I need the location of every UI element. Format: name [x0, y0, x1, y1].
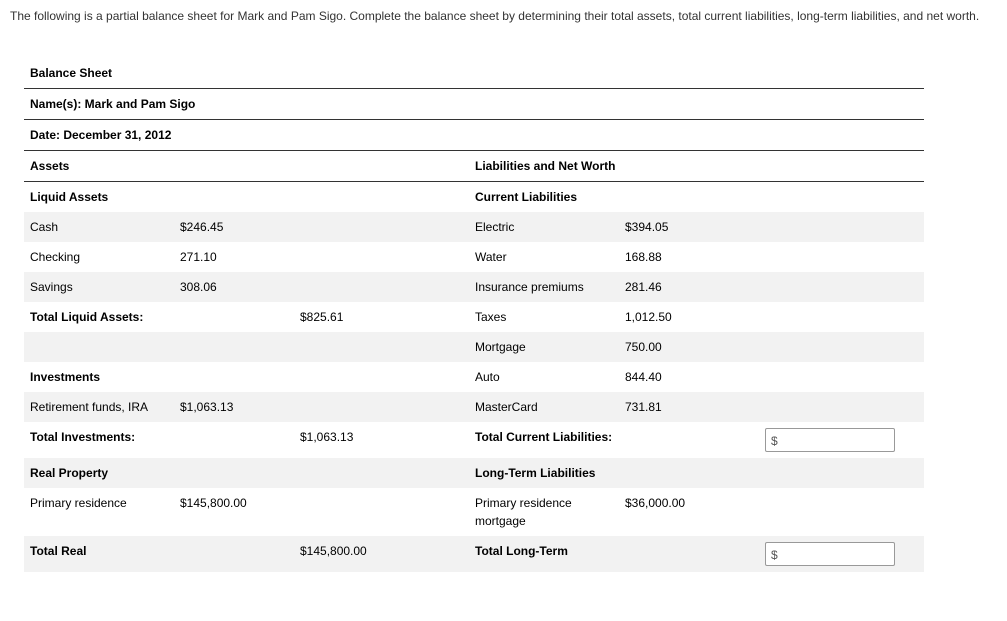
dollar-sign-icon: $ [771, 546, 778, 564]
investments-header: Investments [24, 362, 174, 392]
retirement-value: $1,063.13 [174, 392, 294, 422]
total-current-liabilities-label: Total Current Liabilities: [469, 422, 619, 458]
electric-label: Electric [469, 212, 619, 242]
total-investments-label: Total Investments: [24, 422, 174, 458]
water-value: 168.88 [619, 242, 759, 272]
total-current-liabilities-input[interactable] [765, 428, 895, 452]
mortgage-value: 750.00 [619, 332, 759, 362]
total-liquid-value: $825.61 [294, 302, 469, 332]
auto-value: 844.40 [619, 362, 759, 392]
savings-label: Savings [24, 272, 174, 302]
total-liquid-label: Total Liquid Assets: [24, 302, 174, 332]
total-real-value: $145,800.00 [294, 536, 469, 572]
liquid-assets-header: Liquid Assets [24, 181, 469, 212]
primary-residence-mortgage-value: $36,000.00 [619, 488, 759, 536]
mastercard-label: MasterCard [469, 392, 619, 422]
assets-header: Assets [24, 150, 469, 181]
primary-residence-label: Primary residence [24, 488, 174, 536]
water-label: Water [469, 242, 619, 272]
question-instructions: The following is a partial balance sheet… [10, 6, 997, 28]
taxes-value: 1,012.50 [619, 302, 759, 332]
balance-sheet: Balance Sheet Name(s): Mark and Pam Sigo… [24, 58, 924, 572]
dollar-sign-icon: $ [771, 432, 778, 450]
mortgage-label: Mortgage [469, 332, 619, 362]
savings-value: 308.06 [174, 272, 294, 302]
date-label: Date: December 31, 2012 [24, 119, 924, 150]
total-real-label: Total Real [24, 536, 174, 572]
taxes-label: Taxes [469, 302, 619, 332]
liabilities-header: Liabilities and Net Worth [469, 150, 924, 181]
insurance-label: Insurance premiums [469, 272, 619, 302]
cash-value: $246.45 [174, 212, 294, 242]
primary-residence-mortgage-label: Primary residence mortgage [469, 488, 619, 536]
sheet-title: Balance Sheet [24, 58, 924, 88]
cash-label: Cash [24, 212, 174, 242]
long-term-liabilities-header: Long-Term Liabilities [469, 458, 619, 488]
total-long-term-input[interactable] [765, 542, 895, 566]
checking-label: Checking [24, 242, 174, 272]
auto-label: Auto [469, 362, 619, 392]
checking-value: 271.10 [174, 242, 294, 272]
primary-residence-value: $145,800.00 [174, 488, 294, 536]
total-long-term-label: Total Long-Term [469, 536, 619, 572]
current-liabilities-header: Current Liabilities [469, 181, 924, 212]
electric-value: $394.05 [619, 212, 759, 242]
mastercard-value: 731.81 [619, 392, 759, 422]
real-property-header: Real Property [24, 458, 174, 488]
names-label: Name(s): Mark and Pam Sigo [24, 88, 924, 119]
total-investments-value: $1,063.13 [294, 422, 469, 458]
insurance-value: 281.46 [619, 272, 759, 302]
retirement-label: Retirement funds, IRA [24, 392, 174, 422]
